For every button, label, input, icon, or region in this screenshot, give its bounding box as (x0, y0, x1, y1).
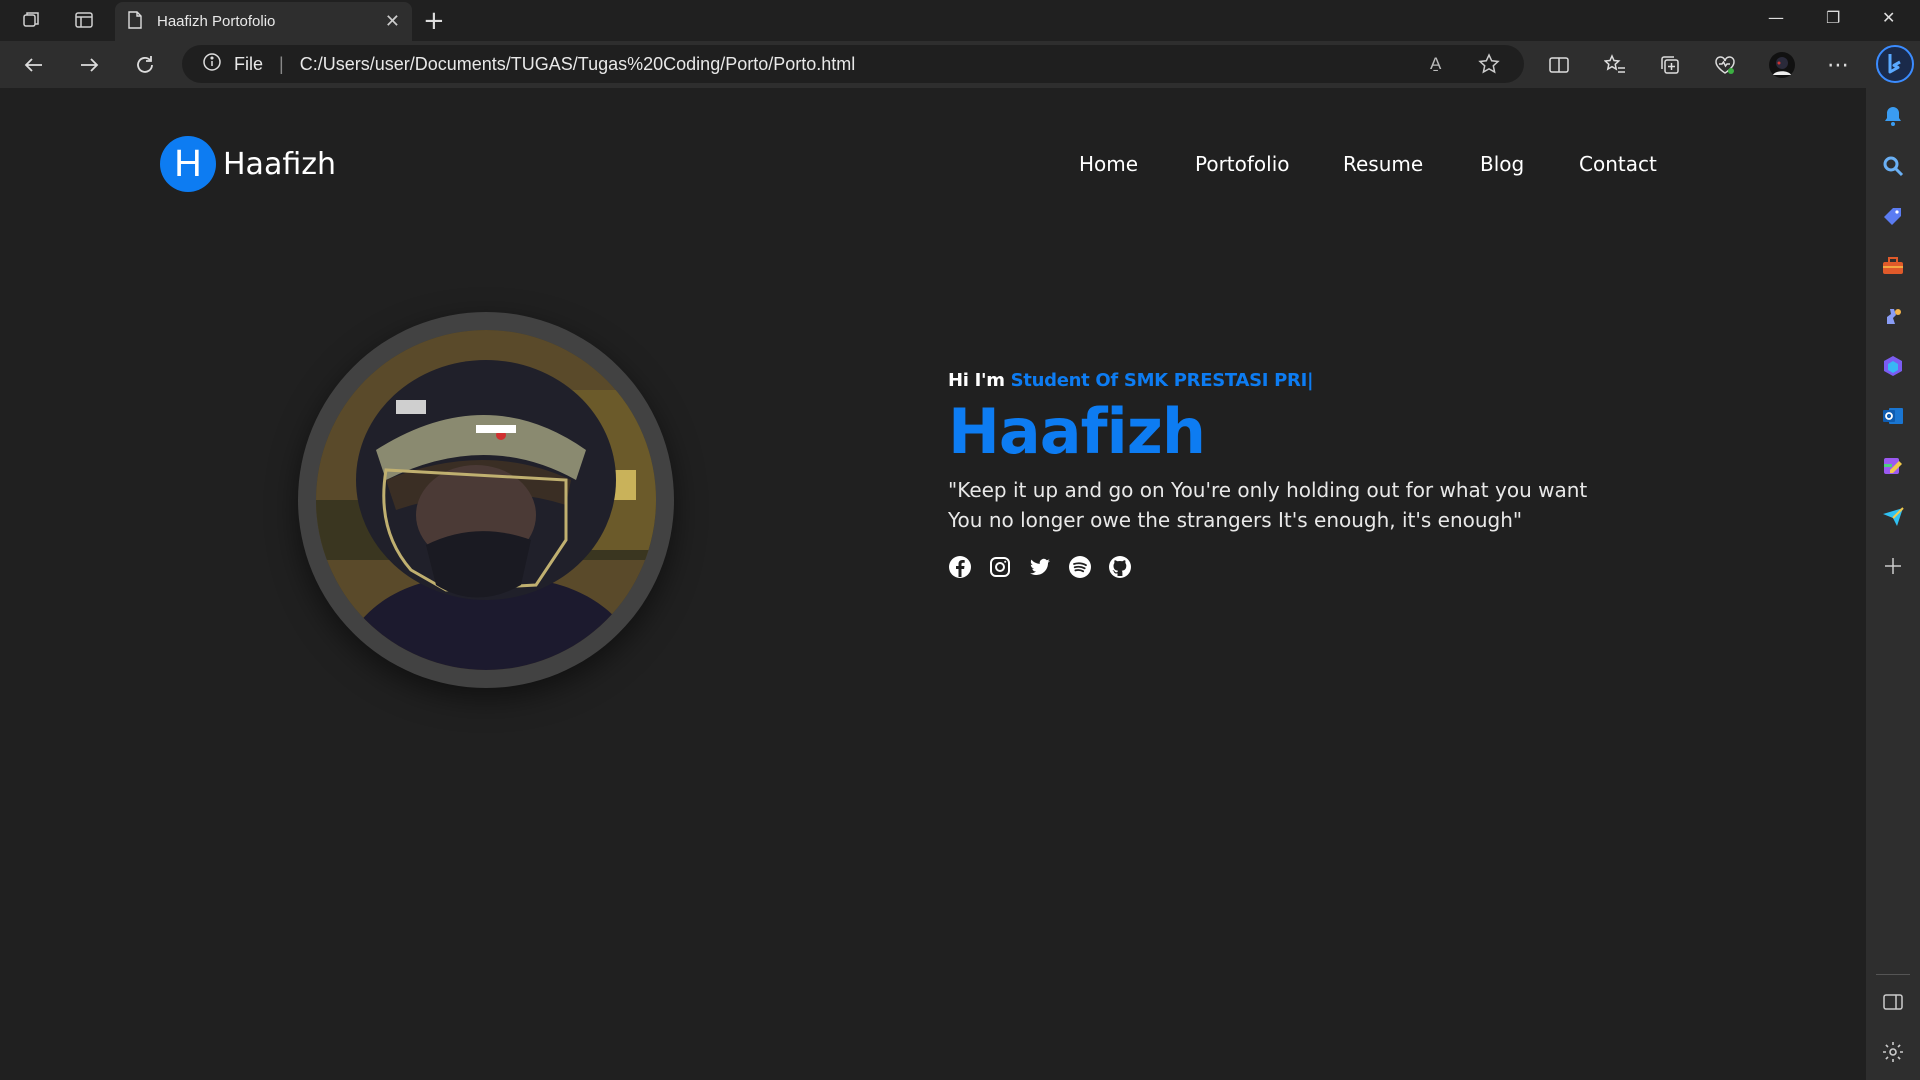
profile-photo-frame (298, 312, 674, 688)
new-tab-button[interactable]: + (423, 6, 445, 36)
refresh-button[interactable] (131, 51, 159, 79)
outlook-icon[interactable] (1881, 404, 1905, 428)
read-aloud-icon[interactable]: A̱ (1430, 45, 1441, 83)
address-file-label: File (234, 53, 264, 74)
add-sidebar-app-icon[interactable] (1881, 554, 1905, 578)
tab-actions-icon[interactable] (71, 8, 97, 32)
close-window-button[interactable]: ✕ (1882, 8, 1895, 27)
hide-sidebar-icon[interactable] (1881, 990, 1905, 1014)
back-button[interactable] (20, 51, 48, 79)
settings-gear-icon[interactable] (1881, 1040, 1905, 1064)
hero-name: Haafizh (948, 395, 1206, 468)
nav-resume[interactable]: Resume (1343, 152, 1423, 176)
designer-icon[interactable] (1881, 454, 1905, 478)
favorites-icon[interactable] (1601, 51, 1629, 79)
address-separator: | (279, 53, 284, 74)
social-links (948, 555, 1648, 579)
hero-greeting: Hi I'm (948, 370, 1011, 391)
profile-photo (316, 330, 656, 670)
nav-home[interactable]: Home (1079, 152, 1138, 176)
spotify-icon[interactable] (1068, 555, 1092, 579)
twitter-icon[interactable] (1028, 555, 1052, 579)
collections-icon[interactable] (1656, 51, 1684, 79)
sidebar-divider (1876, 974, 1910, 975)
logo-text: Haafizh (223, 146, 336, 182)
site-logo[interactable]: H Haafizh (160, 136, 336, 192)
split-screen-icon[interactable] (1545, 51, 1573, 79)
github-icon[interactable] (1108, 555, 1132, 579)
page-viewport: H Haafizh Home Portofolio Resume Blog Co… (6, 88, 1866, 1077)
shopping-tag-icon[interactable] (1881, 204, 1905, 228)
nav-portofolio[interactable]: Portofolio (1195, 152, 1290, 176)
address-bar[interactable]: File | C:/Users/user/Documents/TUGAS/Tug… (182, 45, 1524, 83)
minimize-button[interactable]: — (1768, 8, 1784, 27)
hero-section: Hi I'm Student Of SMK PRESTASI PRI| Haaf… (948, 370, 1648, 579)
games-icon[interactable] (1881, 304, 1905, 328)
send-icon[interactable] (1881, 504, 1905, 528)
edge-sidebar (1866, 88, 1920, 1080)
bing-copilot-icon[interactable] (1876, 45, 1914, 83)
microsoft-365-icon[interactable] (1881, 354, 1905, 378)
favorite-star-icon[interactable] (1478, 45, 1500, 83)
browser-essentials-icon[interactable] (1711, 51, 1739, 79)
browser-tab-bar: Haafizh Portofolio ✕ + — ❐ ✕ (0, 0, 1920, 41)
hero-role-typed: Student Of SMK PRESTASI PRI (1010, 370, 1308, 391)
facebook-icon[interactable] (948, 555, 972, 579)
tools-icon[interactable] (1881, 254, 1905, 278)
nav-contact[interactable]: Contact (1579, 152, 1657, 176)
workspaces-icon[interactable] (19, 8, 45, 32)
info-icon[interactable] (202, 52, 222, 77)
tab-active[interactable]: Haafizh Portofolio ✕ (115, 2, 412, 41)
typing-cursor: | (1307, 370, 1314, 391)
logo-badge: H (160, 136, 216, 192)
restore-button[interactable]: ❐ (1826, 8, 1840, 27)
page-icon (127, 10, 143, 33)
instagram-icon[interactable] (988, 555, 1012, 579)
nav-blog[interactable]: Blog (1480, 152, 1524, 176)
browser-toolbar: File | C:/Users/user/Documents/TUGAS/Tug… (0, 41, 1920, 88)
hero-quote: "Keep it up and go on You're only holdin… (948, 478, 1588, 532)
profile-avatar[interactable] (1768, 51, 1796, 79)
address-url[interactable]: C:/Users/user/Documents/TUGAS/Tugas%20Co… (300, 54, 856, 75)
hero-greeting-line: Hi I'm Student Of SMK PRESTASI PRI| (948, 370, 1648, 391)
forward-button[interactable] (75, 51, 103, 79)
search-icon[interactable] (1881, 154, 1905, 178)
more-options-icon[interactable]: ⋯ (1824, 51, 1852, 79)
tab-title: Haafizh Portofolio (157, 13, 276, 30)
notifications-icon[interactable] (1881, 104, 1905, 128)
tab-close-icon[interactable]: ✕ (385, 11, 400, 32)
